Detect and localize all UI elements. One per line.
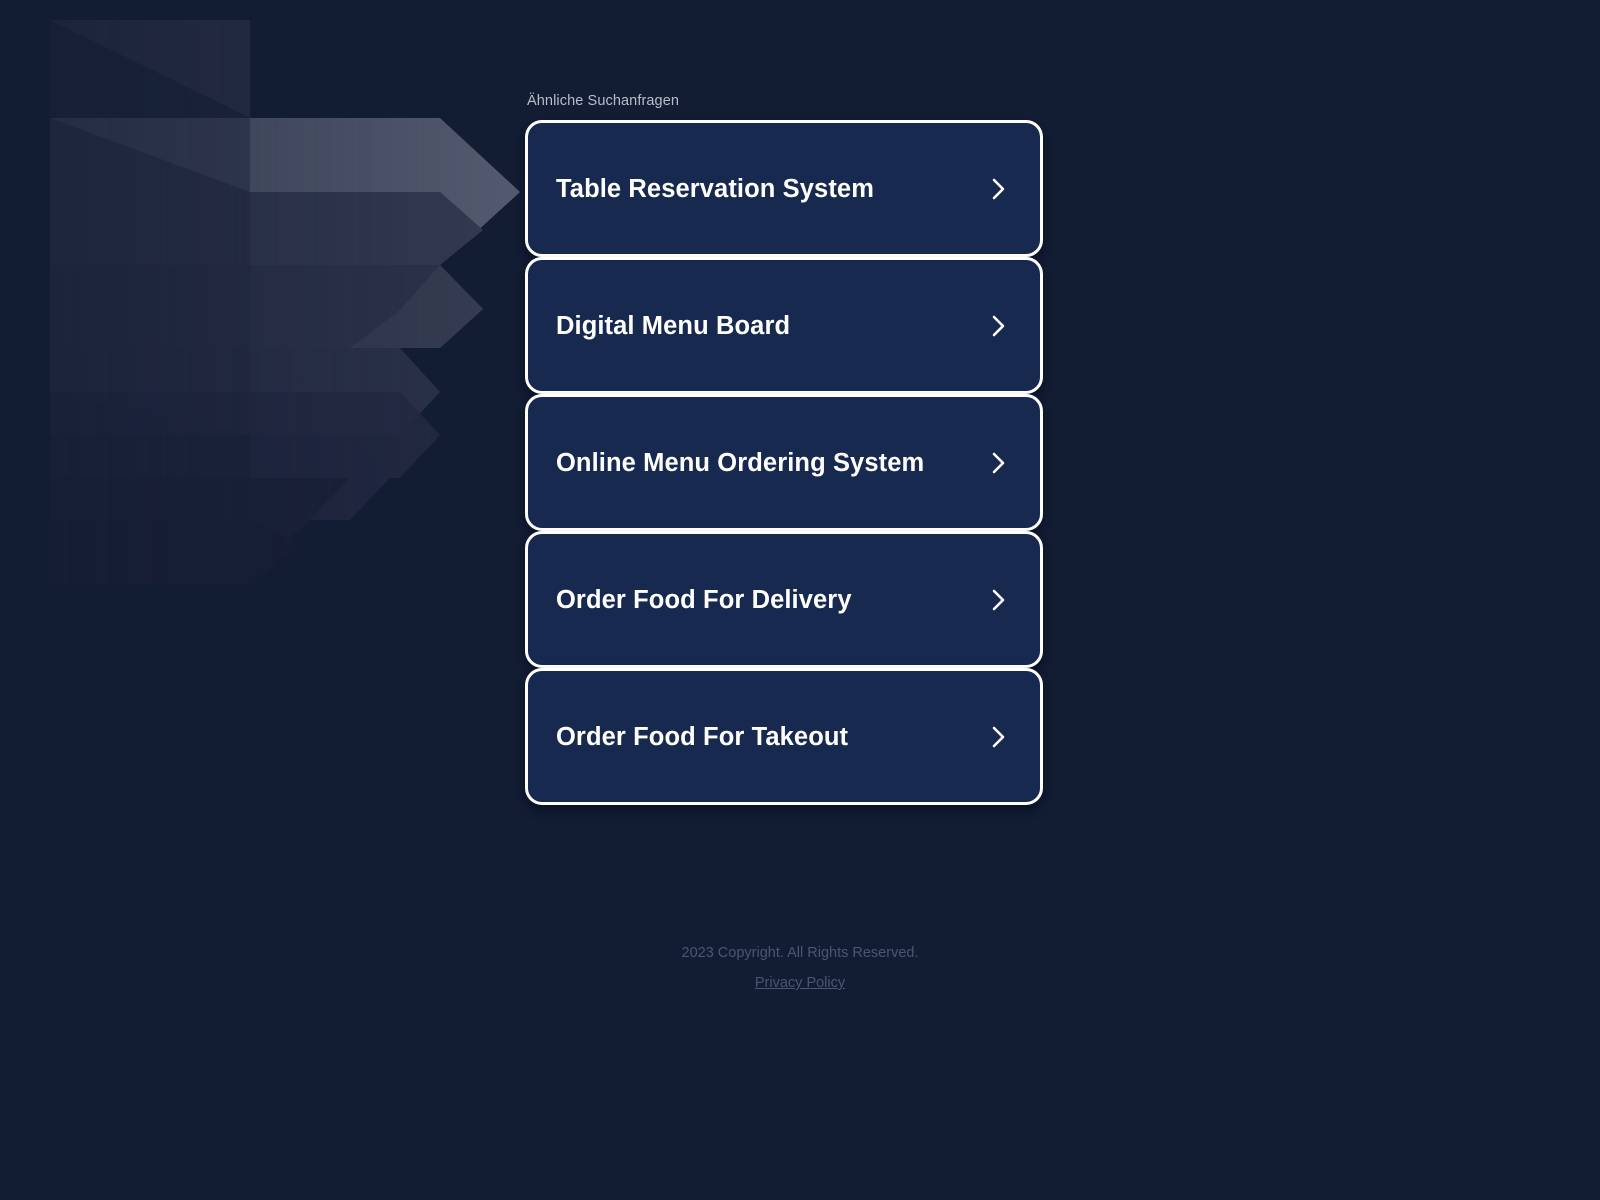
related-search-card-online-menu-ordering-system[interactable]: Online Menu Ordering System	[525, 394, 1043, 531]
chevron-right-icon	[988, 174, 1010, 204]
related-search-title: Order Food For Delivery	[556, 585, 852, 614]
chevron-right-icon	[988, 311, 1010, 341]
chevron-right-icon	[988, 585, 1010, 615]
chevron-right-icon	[988, 448, 1010, 478]
page-root: Ähnliche Suchanfragen Table Reservation …	[0, 0, 1600, 1200]
related-search-card-order-food-for-delivery[interactable]: Order Food For Delivery	[525, 531, 1043, 668]
related-search-title: Online Menu Ordering System	[556, 448, 925, 477]
privacy-policy-link[interactable]: Privacy Policy	[755, 973, 845, 993]
site-footer: 2023 Copyright. All Rights Reserved. Pri…	[0, 943, 1600, 993]
related-searches-heading: Ähnliche Suchanfragen	[527, 93, 680, 109]
related-searches-list: Table Reservation System Digital Menu Bo…	[525, 120, 1043, 805]
chevron-right-icon	[988, 722, 1010, 752]
related-searches-panel: Ähnliche Suchanfragen Table Reservation …	[525, 92, 1043, 805]
copyright-text: 2023 Copyright. All Rights Reserved.	[681, 945, 919, 961]
related-search-title: Table Reservation System	[556, 174, 874, 203]
related-search-card-order-food-for-takeout[interactable]: Order Food For Takeout	[525, 668, 1043, 805]
related-search-card-digital-menu-board[interactable]: Digital Menu Board	[525, 257, 1043, 394]
related-search-card-table-reservation-system[interactable]: Table Reservation System	[525, 120, 1043, 257]
related-search-title: Order Food For Takeout	[556, 722, 849, 751]
related-search-title: Digital Menu Board	[556, 311, 791, 340]
